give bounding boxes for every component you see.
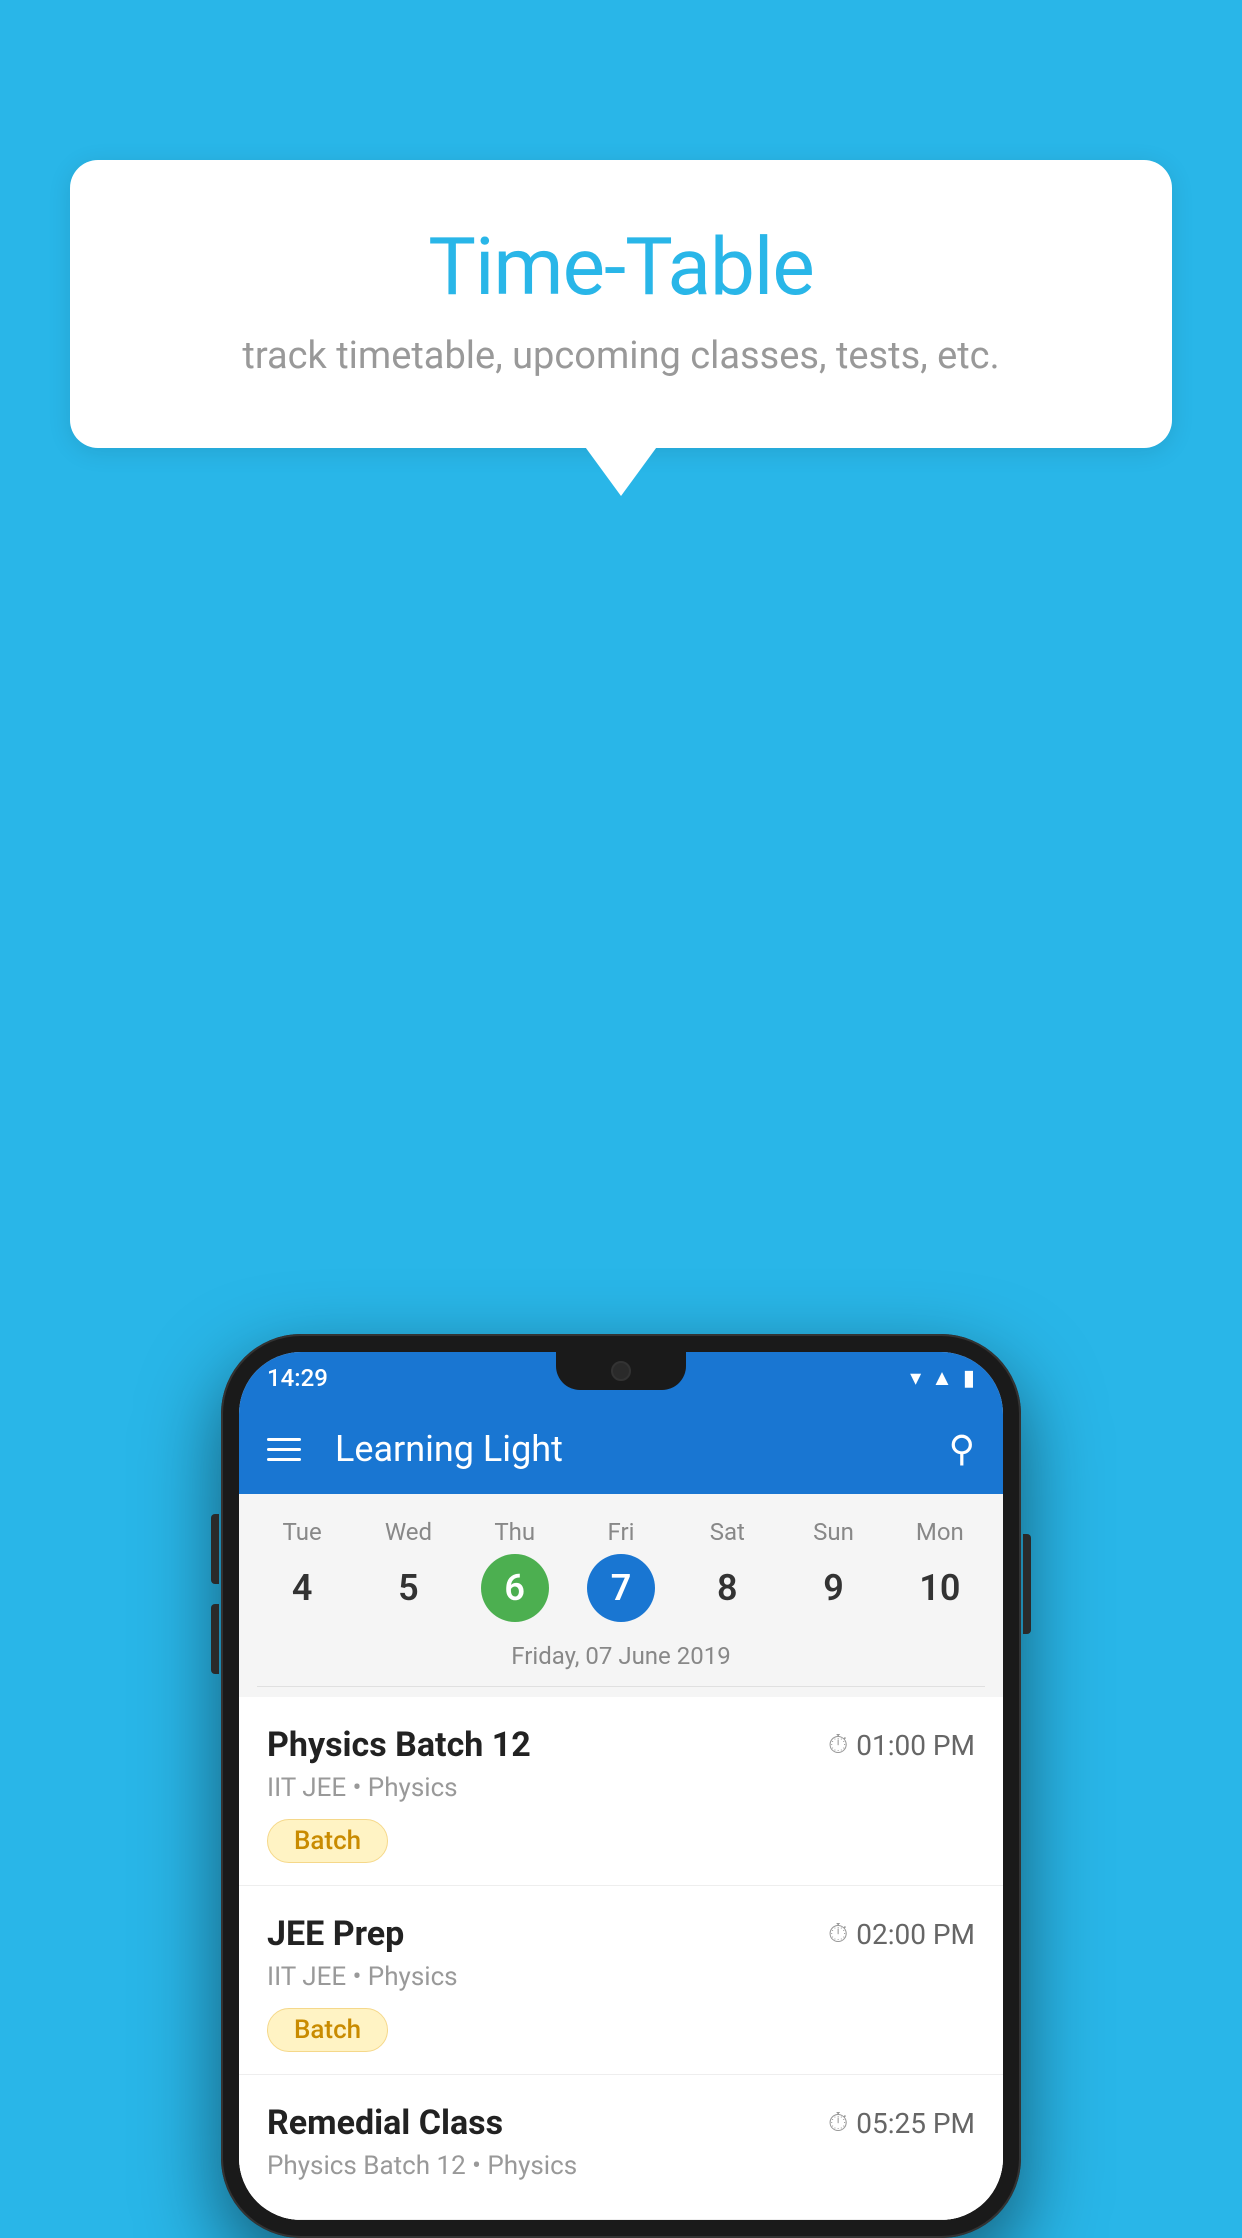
signal-icon: ▲ (931, 1365, 953, 1391)
speech-bubble: Time-Table track timetable, upcoming cla… (70, 160, 1172, 448)
class-time: ⏱ 05:25 PM (828, 2107, 975, 2140)
volume-down-button[interactable] (211, 1604, 219, 1674)
phone-notch (556, 1352, 686, 1390)
content-area: Physics Batch 12 ⏱ 01:00 PM IIT JEE • Physi… (239, 1697, 1003, 2220)
day-name-label: Thu (494, 1518, 535, 1546)
time-text: 01:00 PM (856, 1729, 975, 1762)
clock-icon: ⏱ (828, 1730, 848, 1761)
app-title: Learning Light (335, 1428, 925, 1470)
batch-badge: Batch (267, 2008, 388, 2052)
calendar-strip: Tue 4 Wed 5 Thu 6 Fri 7 Sat 8 Sun 9 Mon 10 Friday, 07… (239, 1494, 1003, 1697)
day-name-label: Wed (385, 1518, 432, 1546)
calendar-day-7[interactable]: Fri 7 (576, 1518, 666, 1622)
calendar-divider (257, 1686, 985, 1687)
class-name: Physics Batch 12 (267, 1725, 531, 1765)
app-bar: Learning Light ⚲ (239, 1404, 1003, 1494)
class-time: ⏱ 02:00 PM (828, 1918, 975, 1951)
day-name-label: Fri (608, 1518, 635, 1546)
calendar-day-6[interactable]: Thu 6 (470, 1518, 560, 1622)
class-name: JEE Prep (267, 1914, 404, 1954)
day-number-label: 10 (906, 1554, 974, 1622)
batch-badge: Batch (267, 1819, 388, 1863)
day-number-label: 7 (587, 1554, 655, 1622)
selected-date-label: Friday, 07 June 2019 (239, 1632, 1003, 1686)
class-item-2[interactable]: Remedial Class ⏱ 05:25 PM Physics Batch 12 … (239, 2075, 1003, 2220)
class-meta: Physics Batch 12 • Physics (267, 2151, 975, 2181)
status-icons: ▾ ▲ ▮ (910, 1365, 975, 1391)
class-time: ⏱ 01:00 PM (828, 1729, 975, 1762)
phone-outer: 14:29 ▾ ▲ ▮ Learning Light ⚲ (221, 1334, 1021, 2238)
class-header: Remedial Class ⏱ 05:25 PM (267, 2103, 975, 2143)
class-header: JEE Prep ⏱ 02:00 PM (267, 1914, 975, 1954)
class-item-0[interactable]: Physics Batch 12 ⏱ 01:00 PM IIT JEE • Physi… (239, 1697, 1003, 1886)
phone-screen: 14:29 ▾ ▲ ▮ Learning Light ⚲ (239, 1352, 1003, 2220)
day-name-label: Tue (283, 1518, 322, 1546)
calendar-day-8[interactable]: Sat 8 (682, 1518, 772, 1622)
day-number-label: 5 (374, 1554, 442, 1622)
search-icon[interactable]: ⚲ (949, 1428, 975, 1470)
day-number-label: 4 (268, 1554, 336, 1622)
class-item-1[interactable]: JEE Prep ⏱ 02:00 PM IIT JEE • Physics Batch (239, 1886, 1003, 2075)
time-text: 02:00 PM (856, 1918, 975, 1951)
time-text: 05:25 PM (856, 2107, 975, 2140)
class-meta: IIT JEE • Physics (267, 1773, 975, 1803)
calendar-day-10[interactable]: Mon 10 (895, 1518, 985, 1622)
clock-icon: ⏱ (828, 2108, 848, 2139)
battery-icon: ▮ (963, 1366, 975, 1391)
day-number-label: 6 (481, 1554, 549, 1622)
clock-icon: ⏱ (828, 1919, 848, 1950)
calendar-day-9[interactable]: Sun 9 (789, 1518, 879, 1622)
power-button[interactable] (1023, 1534, 1031, 1634)
calendar-day-4[interactable]: Tue 4 (257, 1518, 347, 1622)
volume-up-button[interactable] (211, 1514, 219, 1584)
hamburger-menu-icon[interactable] (267, 1438, 301, 1461)
camera-dot (611, 1361, 631, 1381)
day-number-label: 8 (693, 1554, 761, 1622)
day-name-label: Mon (916, 1518, 964, 1546)
class-name: Remedial Class (267, 2103, 503, 2143)
day-number-label: 9 (800, 1554, 868, 1622)
status-time: 14:29 (267, 1364, 328, 1392)
calendar-day-row: Tue 4 Wed 5 Thu 6 Fri 7 Sat 8 Sun 9 Mon 10 (239, 1518, 1003, 1622)
wifi-icon: ▾ (910, 1366, 921, 1391)
bubble-title: Time-Table (130, 220, 1112, 314)
class-meta: IIT JEE • Physics (267, 1962, 975, 1992)
bubble-subtitle: track timetable, upcoming classes, tests… (130, 334, 1112, 378)
phone-device: 14:29 ▾ ▲ ▮ Learning Light ⚲ (221, 1334, 1021, 2238)
day-name-label: Sat (710, 1518, 745, 1546)
calendar-day-5[interactable]: Wed 5 (363, 1518, 453, 1622)
day-name-label: Sun (813, 1518, 854, 1546)
class-header: Physics Batch 12 ⏱ 01:00 PM (267, 1725, 975, 1765)
